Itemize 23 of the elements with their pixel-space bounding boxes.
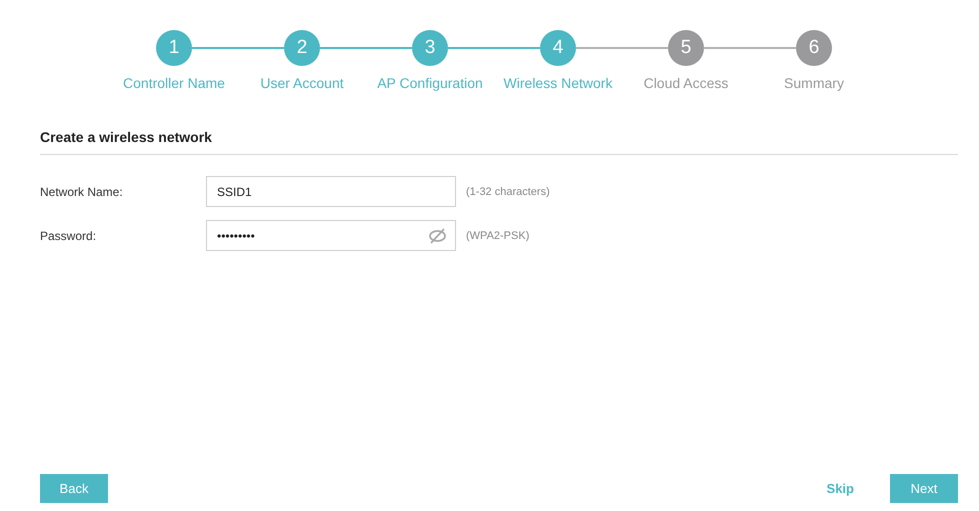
step-label: Controller Name — [123, 75, 225, 91]
step-label: User Account — [260, 75, 344, 91]
field-label: Network Name: — [40, 184, 124, 198]
back-button[interactable]: Back — [40, 474, 108, 503]
step-circle: 6 — [796, 30, 832, 66]
hidden-eye-icon[interactable] — [428, 228, 447, 244]
input-field[interactable]: SSID1 — [206, 176, 456, 207]
step-label: Summary — [784, 75, 844, 91]
skip-link[interactable]: Skip — [826, 481, 854, 496]
step-label: Cloud Access — [644, 75, 728, 91]
step-circle: 5 — [668, 30, 704, 66]
step-circle: 2 — [284, 30, 320, 66]
step-circle: 1 — [156, 30, 192, 66]
password-field[interactable]: ••••••••• — [206, 220, 456, 251]
section-title: Create a wireless network — [40, 129, 958, 155]
field-label: Password: — [40, 228, 98, 242]
step-label: Wireless Network — [504, 75, 612, 91]
field-hint: (1-32 characters) — [466, 186, 550, 198]
step-circle: 3 — [412, 30, 448, 66]
field-hint: (WPA2-PSK) — [466, 230, 530, 242]
next-button[interactable]: Next — [890, 474, 958, 503]
step-label: AP Configuration — [377, 75, 483, 91]
step-circle: 4 — [540, 30, 576, 66]
